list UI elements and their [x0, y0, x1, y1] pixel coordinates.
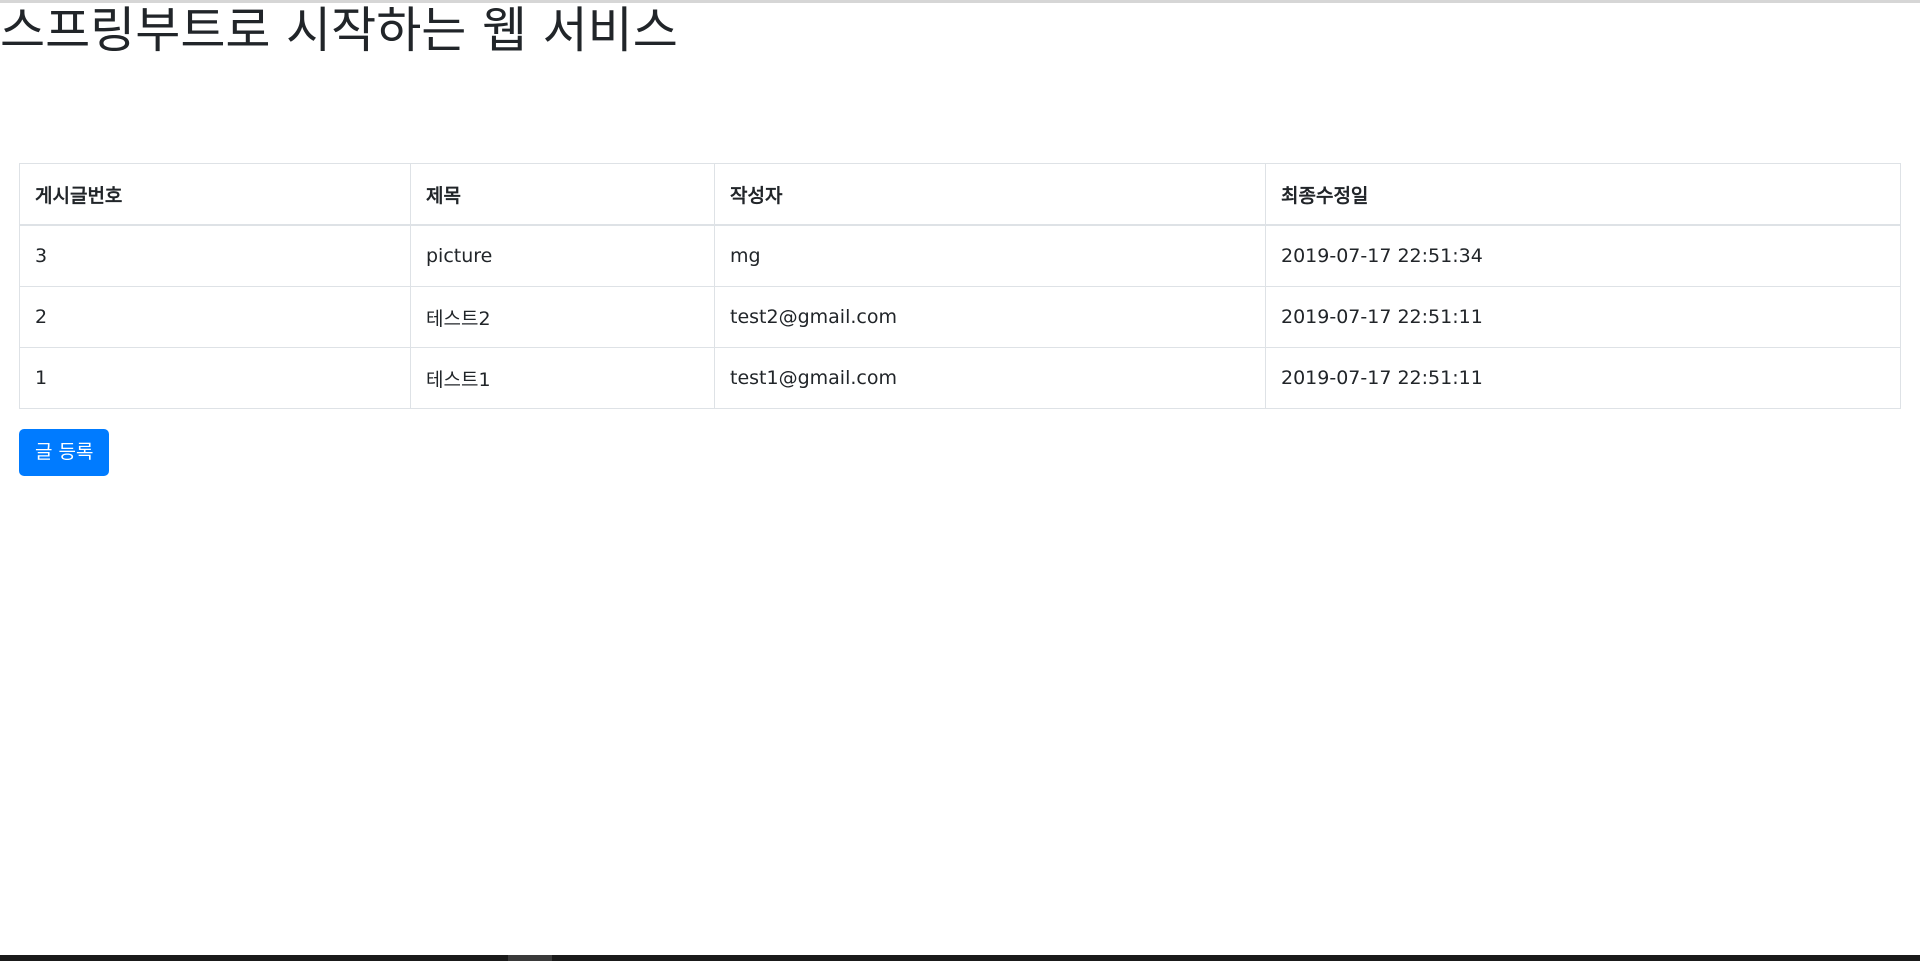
table-header-row: 게시글번호 제목 작성자 최종수정일	[19, 163, 1901, 226]
column-header-modified: 최종수정일	[1265, 163, 1901, 226]
posts-table: 게시글번호 제목 작성자 최종수정일 3 picture mg 2019-07-…	[19, 163, 1901, 409]
cell-id: 3	[19, 224, 411, 287]
cell-title[interactable]: picture	[410, 224, 715, 287]
table-row: 1 테스트1 test1@gmail.com 2019-07-17 22:51:…	[19, 347, 1901, 409]
cell-id: 2	[19, 286, 411, 348]
table-header: 게시글번호 제목 작성자 최종수정일	[19, 163, 1901, 226]
write-post-button[interactable]: 글 등록	[19, 429, 110, 476]
cell-author: test2@gmail.com	[714, 286, 1266, 348]
page-title: 스프링부트로 시작하는 웹 서비스	[0, 2, 678, 59]
cell-modified: 2019-07-17 22:51:11	[1265, 286, 1901, 348]
cell-id: 1	[19, 347, 411, 409]
cell-modified: 2019-07-17 22:51:34	[1265, 224, 1901, 287]
table-row: 2 테스트2 test2@gmail.com 2019-07-17 22:51:…	[19, 286, 1901, 348]
cell-modified: 2019-07-17 22:51:11	[1265, 347, 1901, 409]
column-header-title: 제목	[410, 163, 715, 226]
cell-author: mg	[714, 224, 1266, 287]
taskbar-strip	[0, 955, 1920, 961]
cell-title[interactable]: 테스트1	[410, 347, 715, 409]
column-header-id: 게시글번호	[19, 163, 411, 226]
cell-title[interactable]: 테스트2	[410, 286, 715, 348]
table-body: 3 picture mg 2019-07-17 22:51:34 2 테스트2 …	[19, 224, 1901, 409]
column-header-author: 작성자	[714, 163, 1266, 226]
table-row: 3 picture mg 2019-07-17 22:51:34	[19, 224, 1901, 287]
taskbar-thumb	[508, 955, 552, 961]
cell-author: test1@gmail.com	[714, 347, 1266, 409]
